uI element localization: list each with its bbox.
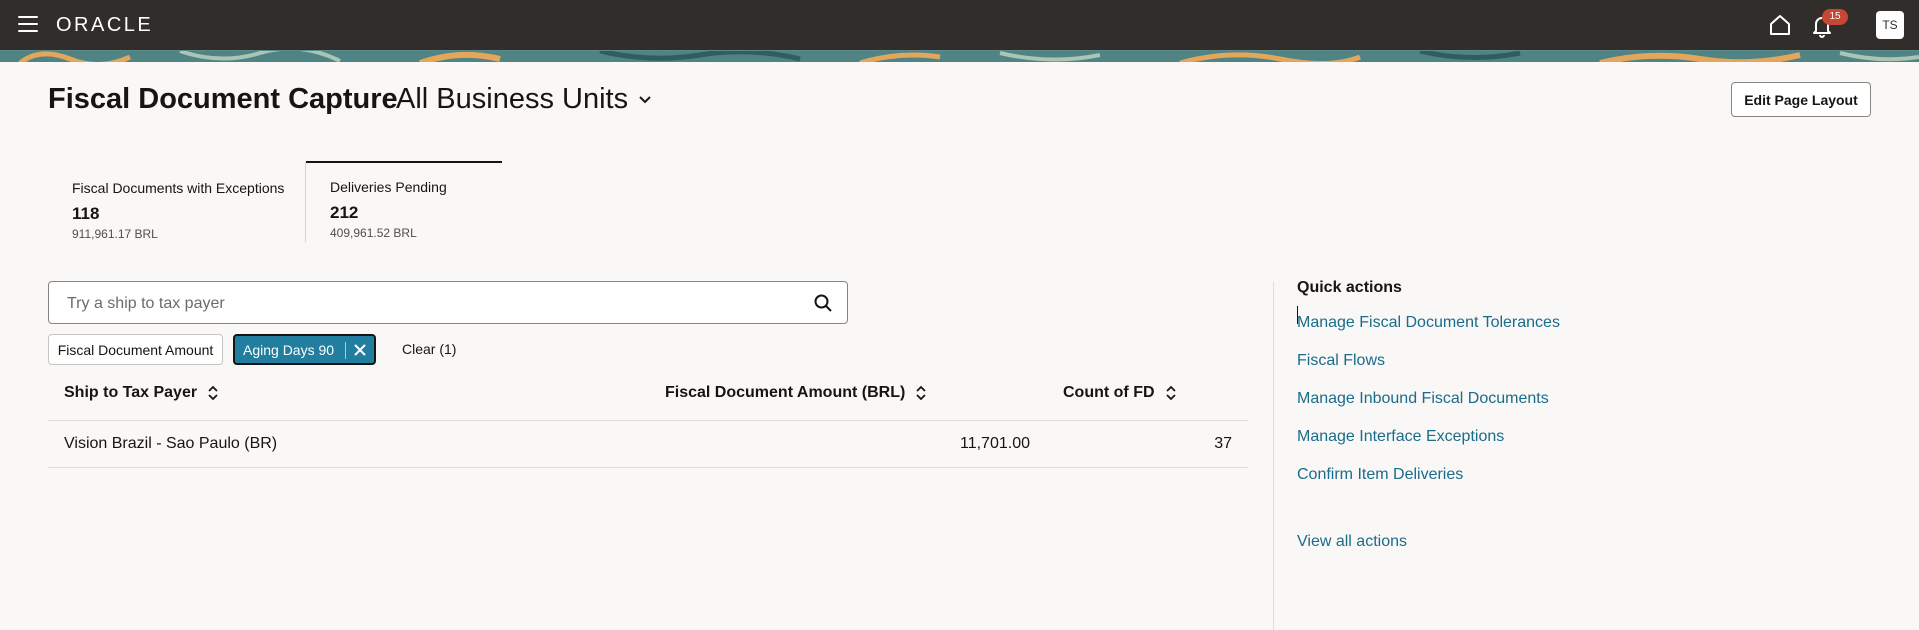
metric-amount: 911,961.17 BRL bbox=[72, 227, 158, 241]
sort-icon[interactable] bbox=[915, 385, 927, 401]
metric-count: 212 bbox=[330, 203, 359, 222]
table-cell-fiscal-document-amount: 11,701.00 bbox=[960, 435, 1030, 452]
chip-separator bbox=[345, 342, 346, 359]
filter-chip-fiscal-document-amount[interactable]: Fiscal Document Amount bbox=[48, 334, 223, 365]
user-avatar[interactable]: TS bbox=[1876, 11, 1904, 39]
business-unit-label: All Business Units bbox=[396, 83, 629, 115]
quick-action-fiscal-flows[interactable]: Fiscal Flows bbox=[1297, 352, 1385, 370]
quick-action-manage-interface-exceptions[interactable]: Manage Interface Exceptions bbox=[1297, 428, 1504, 446]
page-title: Fiscal Document Capture bbox=[48, 83, 398, 115]
metric-label: Fiscal Documents with Exceptions bbox=[72, 180, 285, 196]
search-box bbox=[48, 281, 848, 325]
table-cell-count-of-fd: 37 bbox=[1214, 435, 1232, 452]
banner-pattern bbox=[0, 50, 1919, 62]
chevron-down-icon bbox=[639, 95, 651, 103]
top-bar: ORACLE 15 TS bbox=[0, 0, 1919, 50]
close-icon[interactable] bbox=[352, 342, 368, 358]
view-all-actions-link[interactable]: View all actions bbox=[1297, 533, 1407, 551]
column-header-fiscal-document-amount[interactable]: Fiscal Document Amount (BRL) bbox=[665, 384, 927, 402]
column-header-label: Fiscal Document Amount (BRL) bbox=[665, 384, 906, 401]
sort-icon[interactable] bbox=[207, 385, 219, 401]
quick-action-manage-fiscal-document-tolerances[interactable]: Manage Fiscal Document Tolerances bbox=[1297, 314, 1560, 332]
search-icon[interactable] bbox=[813, 293, 833, 313]
sort-icon[interactable] bbox=[1165, 385, 1177, 401]
column-header-count-of-fd[interactable]: Count of FD bbox=[1063, 384, 1177, 402]
business-unit-selector[interactable]: All Business Units bbox=[396, 83, 652, 116]
home-icon[interactable] bbox=[1768, 13, 1792, 37]
metric-tab-fiscal-documents-exceptions[interactable]: Fiscal Documents with Exceptions 118 911… bbox=[48, 162, 306, 242]
filter-chip-label: Aging Days 90 bbox=[243, 341, 335, 358]
clear-filters-link[interactable]: Clear (1) bbox=[402, 341, 456, 357]
quick-actions-divider bbox=[1273, 282, 1274, 630]
column-header-ship-to-tax-payer[interactable]: Ship to Tax Payer bbox=[64, 384, 219, 402]
notification-badge: 15 bbox=[1822, 9, 1848, 25]
metric-tab-deliveries-pending[interactable]: Deliveries Pending 212 409,961.52 BRL bbox=[306, 161, 502, 243]
search-input[interactable] bbox=[65, 282, 799, 325]
decorative-banner bbox=[0, 50, 1919, 62]
quick-action-manage-inbound-fiscal-documents[interactable]: Manage Inbound Fiscal Documents bbox=[1297, 390, 1549, 408]
column-header-label: Count of FD bbox=[1063, 384, 1155, 401]
column-header-label: Ship to Tax Payer bbox=[64, 384, 198, 401]
filter-chip-aging-days[interactable]: Aging Days 90 bbox=[233, 334, 376, 365]
hamburger-menu-icon[interactable] bbox=[18, 16, 38, 34]
table-row[interactable]: Vision Brazil - Sao Paulo (BR) 11,701.00… bbox=[48, 421, 1248, 468]
quick-actions-title: Quick actions bbox=[1297, 279, 1402, 296]
filter-chip-label: Fiscal Document Amount bbox=[57, 341, 214, 358]
metric-count: 118 bbox=[72, 204, 100, 223]
edit-page-layout-button[interactable]: Edit Page Layout bbox=[1731, 82, 1871, 117]
table-cell-ship-to-tax-payer: Vision Brazil - Sao Paulo (BR) bbox=[64, 435, 278, 452]
metric-label: Deliveries Pending bbox=[330, 179, 447, 195]
quick-action-confirm-item-deliveries[interactable]: Confirm Item Deliveries bbox=[1297, 466, 1463, 484]
metric-amount: 409,961.52 BRL bbox=[330, 226, 417, 240]
oracle-logo[interactable]: ORACLE bbox=[56, 14, 153, 37]
